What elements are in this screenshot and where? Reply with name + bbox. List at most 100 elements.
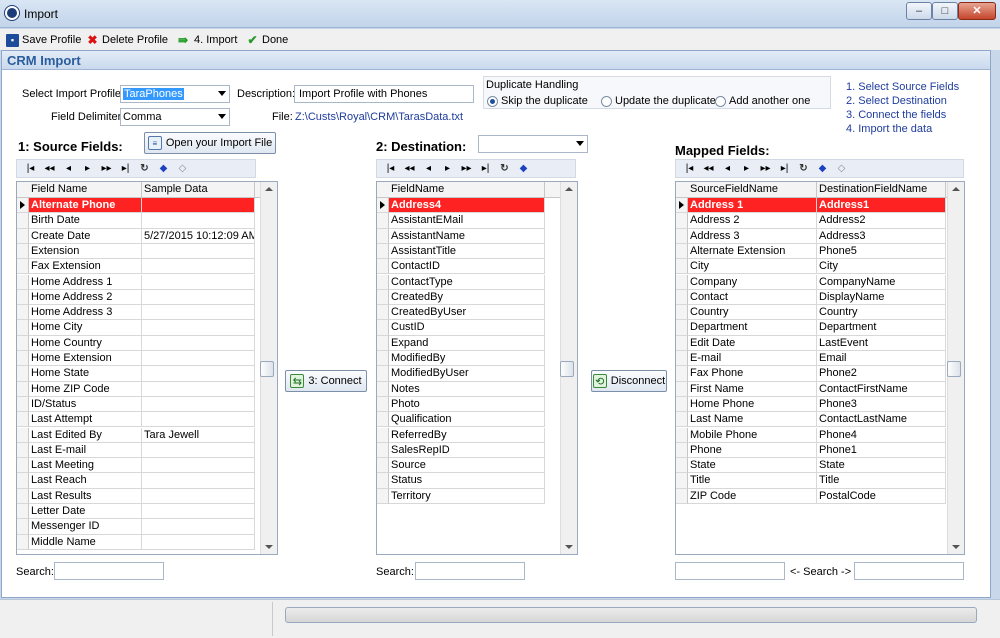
scroll-down-icon[interactable]: [952, 545, 960, 549]
source-scroll-thumb[interactable]: [260, 361, 274, 377]
table-cell: Mobile Phone: [688, 427, 817, 443]
table-cell: Home ZIP Code: [29, 381, 142, 397]
scroll-down-icon[interactable]: [565, 545, 573, 549]
row-indicator: [676, 228, 688, 244]
next-page-icon[interactable]: ▸▸: [756, 160, 775, 177]
refresh-icon[interactable]: ↻: [135, 160, 154, 177]
destination-combo[interactable]: [478, 135, 588, 153]
clear-tag-icon[interactable]: ◇: [832, 160, 851, 177]
field-delimiter-value: Comma: [123, 111, 162, 123]
scroll-up-icon[interactable]: [952, 187, 960, 191]
row-indicator: [676, 488, 688, 504]
panel-title: CRM Import: [7, 53, 81, 68]
table-cell: Qualification: [389, 412, 545, 428]
prev-record-icon[interactable]: ◂: [718, 160, 737, 177]
status-separator: [272, 602, 273, 636]
column-header-destination-field-name[interactable]: DestinationFieldName: [817, 182, 946, 198]
next-record-icon[interactable]: ▸: [737, 160, 756, 177]
import-button[interactable]: ⇛ 4. Import: [175, 32, 237, 48]
prev-page-icon[interactable]: ◂◂: [400, 160, 419, 177]
radio-update-duplicate[interactable]: Update the duplicate: [601, 95, 716, 107]
source-fields-grid: Field Name Sample Data Alternate Phone Bi…: [16, 181, 278, 555]
disconnect-label: Disconnect: [610, 375, 666, 387]
row-indicator: [676, 320, 688, 336]
chevron-down-icon: [218, 114, 226, 119]
row-indicator: [377, 274, 389, 290]
close-button[interactable]: ✕: [958, 2, 996, 20]
table-cell: ContactLastName: [817, 412, 946, 428]
mapped-scroll-thumb[interactable]: [947, 361, 961, 377]
first-record-icon[interactable]: |◂: [680, 160, 699, 177]
prev-record-icon[interactable]: ◂: [59, 160, 78, 177]
refresh-icon[interactable]: ↻: [495, 160, 514, 177]
last-record-icon[interactable]: ▸|: [476, 160, 495, 177]
table-cell: Tara Jewell: [142, 427, 255, 443]
table-cell: ContactFirstName: [817, 381, 946, 397]
field-delimiter-combo[interactable]: Comma: [120, 108, 230, 126]
row-indicator: [377, 320, 389, 336]
column-header-sample-data[interactable]: Sample Data: [142, 182, 255, 198]
row-indicator: [377, 442, 389, 459]
mapped-search-source-input[interactable]: [675, 562, 785, 580]
next-record-icon[interactable]: ▸: [78, 160, 97, 177]
row-indicator: [676, 213, 688, 229]
prev-page-icon[interactable]: ◂◂: [40, 160, 59, 177]
disconnect-button[interactable]: ⟲ Disconnect: [591, 370, 667, 392]
tag-icon[interactable]: ◆: [813, 160, 832, 177]
destination-search-input[interactable]: [415, 562, 525, 580]
table-cell: ReferredBy: [389, 427, 545, 443]
done-button[interactable]: ✔ Done: [246, 32, 288, 48]
prev-record-icon[interactable]: ◂: [419, 160, 438, 177]
row-indicator: [377, 351, 389, 367]
scroll-down-icon[interactable]: [265, 545, 273, 549]
source-search-input[interactable]: [54, 562, 164, 580]
table-cell: ModifiedBy: [389, 351, 545, 367]
last-record-icon[interactable]: ▸|: [775, 160, 794, 177]
table-cell: Extension: [29, 243, 142, 260]
tag-icon[interactable]: ◆: [514, 160, 533, 177]
next-page-icon[interactable]: ▸▸: [97, 160, 116, 177]
row-indicator: [377, 488, 389, 504]
import-profile-combo[interactable]: TaraPhones: [120, 85, 230, 103]
grid-header: FieldName: [377, 182, 562, 198]
column-header-source-field-name[interactable]: SourceFieldName: [688, 182, 817, 198]
table-cell: Home City: [29, 320, 142, 336]
prev-page-icon[interactable]: ◂◂: [699, 160, 718, 177]
row-indicator: [676, 396, 688, 413]
table-cell: Address 2: [688, 213, 817, 229]
duplicate-handling-legend: Duplicate Handling: [486, 79, 579, 91]
table-cell: Status: [389, 473, 545, 489]
refresh-icon[interactable]: ↻: [794, 160, 813, 177]
scroll-up-icon[interactable]: [565, 187, 573, 191]
table-cell: Fax Extension: [29, 259, 142, 275]
column-header-fieldname[interactable]: FieldName: [389, 182, 545, 198]
last-record-icon[interactable]: ▸|: [116, 160, 135, 177]
description-input[interactable]: Import Profile with Phones: [294, 85, 474, 103]
table-cell: Alternate Extension: [688, 243, 817, 260]
table-cell: ModifiedByUser: [389, 366, 545, 382]
save-profile-button[interactable]: ▪ Save Profile: [6, 32, 81, 48]
radio-skip-duplicate[interactable]: Skip the duplicate: [487, 95, 588, 107]
table-cell: [142, 396, 255, 413]
table-cell: Create Date: [29, 228, 142, 244]
tag-icon[interactable]: ◆: [154, 160, 173, 177]
open-import-file-button[interactable]: ≡ Open your Import File: [144, 132, 276, 154]
minimize-button[interactable]: –: [906, 2, 932, 20]
window-titlebar: Import – □ ✕: [0, 0, 1000, 28]
connect-button[interactable]: ⇆ 3: Connect: [285, 370, 367, 392]
scroll-up-icon[interactable]: [265, 187, 273, 191]
clear-tag-icon[interactable]: ◇: [173, 160, 192, 177]
first-record-icon[interactable]: |◂: [381, 160, 400, 177]
table-cell: Territory: [389, 488, 545, 504]
radio-add-another[interactable]: Add another one: [715, 95, 810, 107]
next-record-icon[interactable]: ▸: [438, 160, 457, 177]
delete-profile-button[interactable]: ✖ Delete Profile: [86, 32, 168, 48]
panel-header: CRM Import: [2, 51, 990, 70]
maximize-button[interactable]: □: [932, 2, 958, 20]
first-record-icon[interactable]: |◂: [21, 160, 40, 177]
next-page-icon[interactable]: ▸▸: [457, 160, 476, 177]
destination-scroll-thumb[interactable]: [560, 361, 574, 377]
file-label: File:: [272, 111, 293, 123]
column-header-field-name[interactable]: Field Name: [29, 182, 142, 198]
mapped-search-destination-input[interactable]: [854, 562, 964, 580]
